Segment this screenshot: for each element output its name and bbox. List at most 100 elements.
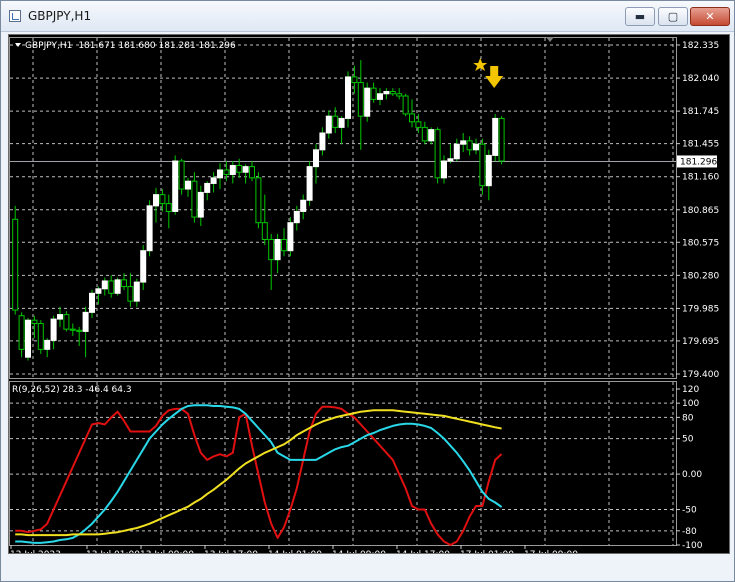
price-axis-label: 180.280	[682, 271, 719, 281]
price-axis-label: 181.745	[682, 107, 719, 117]
time-axis-label: 14 Jul 17:00	[396, 550, 450, 553]
candle-body	[153, 194, 159, 207]
time-axis-label: 12 Jul 2023	[10, 550, 61, 553]
indicator-axis-label: 80	[682, 413, 694, 423]
time-axis-label: 14 Jul 09:00	[332, 550, 386, 553]
candle-body	[319, 132, 326, 151]
candle-body	[63, 314, 70, 330]
price-axis-label: 182.040	[682, 74, 719, 84]
candle-body	[453, 143, 460, 160]
candle-body	[287, 222, 294, 252]
candle-body	[479, 143, 486, 187]
indicator-axis-label: 120	[682, 385, 699, 395]
candle-body	[466, 140, 473, 151]
triangle-down-icon[interactable]	[15, 43, 21, 47]
candle-body	[306, 166, 313, 201]
candle-body	[383, 91, 390, 95]
candle-body	[377, 93, 383, 100]
candle-body	[409, 113, 415, 123]
candle-body	[140, 250, 147, 283]
candle-body	[473, 143, 479, 151]
candle-body	[25, 319, 31, 358]
candle-body	[428, 129, 435, 142]
current-price-label: 181.296	[680, 157, 717, 167]
candle-body	[89, 292, 95, 313]
price-axis-label: 182.335	[682, 41, 719, 51]
candle-body	[165, 203, 172, 212]
candle-body	[146, 205, 153, 252]
candle-body	[357, 82, 364, 117]
candle-body	[217, 169, 223, 179]
candle-body	[447, 158, 454, 162]
header-ohlc: 181.671 181.680 181.281 181.296	[78, 41, 236, 51]
indicator-axis-label: -100	[682, 541, 703, 551]
price-axis-label: 181.160	[682, 173, 719, 183]
candle-body	[460, 140, 467, 145]
candle-body	[242, 166, 249, 173]
candle-body	[370, 87, 377, 100]
price-axis-label: 179.400	[682, 370, 719, 380]
chart-shift-marker[interactable]	[546, 37, 554, 42]
time-axis-label: 13 Jul 01:00	[86, 550, 140, 553]
close-button[interactable]: ✕	[690, 7, 730, 26]
main-plot-frame	[9, 37, 677, 379]
candle-body	[492, 117, 499, 156]
candle-body	[114, 279, 121, 294]
chart-canvas[interactable]: 182.335 182.040 181.745 181.455 181.160 180.8…	[9, 35, 729, 560]
candle-body	[402, 95, 409, 115]
candle-body	[50, 318, 57, 341]
candle-body	[325, 115, 332, 134]
header-symbol: GBPJPY,H1	[25, 41, 72, 51]
candle-body	[389, 91, 396, 95]
candle-body	[441, 160, 447, 179]
candle-body	[133, 281, 140, 302]
candle-body	[261, 222, 268, 240]
candle-body	[76, 329, 83, 332]
candle-body	[44, 339, 51, 350]
candle-body	[108, 280, 115, 294]
candle-body	[31, 319, 38, 325]
indicator-axis-label: 100	[682, 399, 699, 409]
candle-body	[236, 165, 243, 173]
candle-body	[229, 165, 236, 175]
time-axis-label: 17 Jul 01:00	[460, 550, 514, 553]
candle-body	[300, 199, 307, 212]
star-icon	[473, 57, 488, 71]
candle-body	[498, 117, 505, 162]
candle-body	[345, 76, 351, 119]
main-panel-header: GBPJPY,H1 181.671 181.680 181.281 181.296	[25, 41, 236, 51]
chart-window: GBPJPY,H1 ▬ ▢ ✕ 182.335 182.040 181.745 181…	[0, 0, 735, 582]
title-bar[interactable]: GBPJPY,H1 ▬ ▢ ✕	[1, 1, 734, 32]
price-axis-label: 181.455	[682, 140, 719, 150]
indicator-axis-label: -50	[682, 506, 697, 516]
candle-body	[178, 160, 185, 190]
maximize-button[interactable]: ▢	[658, 7, 688, 26]
price-axis-label: 179.985	[682, 304, 719, 314]
candle-body	[172, 160, 179, 212]
candle-body	[191, 180, 198, 218]
chart-window-icon	[9, 10, 21, 22]
candle-body	[332, 115, 339, 128]
candle-body	[185, 180, 191, 190]
candle-body	[69, 328, 76, 331]
candle-body	[223, 169, 230, 175]
candle-body	[57, 314, 63, 320]
candle-body	[159, 194, 166, 205]
time-axis-label: 17 Jul 09:00	[524, 550, 578, 553]
chart-area[interactable]: 182.335 182.040 181.745 181.455 181.160 180.8…	[8, 34, 730, 560]
candle-body	[95, 288, 102, 294]
candle-body	[210, 177, 217, 184]
candle-body	[281, 238, 287, 252]
time-axis-label: 13 Jul 17:00	[204, 550, 258, 553]
price-axis-label: 180.865	[682, 206, 719, 216]
price-axis-label: 179.695	[682, 337, 719, 347]
time-axis-label: 13 Jul 09:00	[140, 550, 194, 553]
candle-body	[249, 166, 255, 179]
indicator-axis-label: 0.00	[682, 470, 702, 480]
candle-body	[101, 280, 108, 290]
candle-body	[255, 177, 262, 224]
minimize-button[interactable]: ▬	[625, 7, 655, 26]
candle-body	[82, 311, 89, 332]
indicator-axis-label: 50	[682, 435, 694, 445]
indicator-plot-frame	[9, 381, 677, 546]
